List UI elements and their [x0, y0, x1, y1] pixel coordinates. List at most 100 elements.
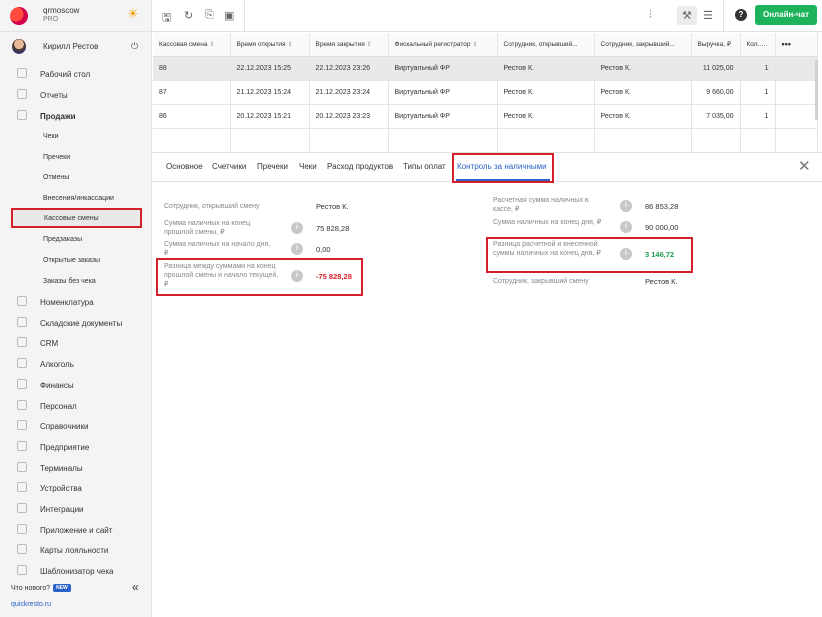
tab-cash-control[interactable]: Контроль за наличными — [457, 162, 547, 171]
sidebar-subitem-open-orders[interactable]: Открытые заказы — [0, 250, 152, 270]
refresh-icon[interactable]: ↻ — [184, 9, 193, 22]
table-row-empty — [153, 128, 818, 153]
sidebar-item-warehouse[interactable]: Складские документы — [0, 313, 152, 333]
power-icon[interactable]: ⏻ — [131, 41, 138, 52]
copy-icon[interactable]: ⎘ — [205, 9, 214, 22]
print-icon[interactable]: ▣ — [224, 9, 234, 22]
table-row[interactable]: 88 22.12.2023 15:25 22.12.2023 23:26 Вир… — [153, 56, 818, 81]
sidebar-item-label: Карты лояльности — [40, 546, 109, 555]
receipt-template-icon — [17, 565, 27, 575]
reference-icon — [17, 420, 27, 430]
sidebar-subitem-deposits[interactable]: Внесения/инкассации — [0, 188, 152, 208]
brand-logo — [10, 7, 28, 25]
help-icon[interactable]: ? — [735, 9, 747, 21]
column-header[interactable]: Сотрудник, открывший... — [497, 33, 595, 57]
info-icon[interactable]: i — [291, 270, 303, 282]
app-site-icon — [17, 524, 27, 534]
field-label: Сумма наличных на конец прошлой смены, ₽ — [164, 220, 251, 236]
devices-icon — [17, 482, 27, 492]
sidebar-item-finance[interactable]: Финансы — [0, 375, 152, 395]
column-menu-icon[interactable]: ••• — [775, 33, 818, 57]
info-icon[interactable]: i — [291, 222, 303, 234]
column-header[interactable]: Кол... ⇕ — [740, 33, 776, 57]
loyalty-icon — [17, 544, 27, 554]
site-link[interactable]: quickresto.ru — [11, 601, 51, 608]
brand-name: qrmoscow — [43, 6, 80, 15]
sidebar-subitem-checks[interactable]: Чеки — [0, 126, 152, 146]
crm-icon — [17, 337, 27, 347]
info-icon[interactable]: i — [620, 200, 632, 212]
table-cell: Рестов К. — [497, 80, 595, 105]
sidebar-item-label: Рабочий стол — [40, 70, 91, 79]
table-cell: 22.12.2023 23:26 — [309, 56, 389, 81]
sidebar-item-label: Шаблонизатор чека — [40, 567, 114, 576]
table-cell — [775, 104, 818, 129]
sidebar-subitem-cancellations[interactable]: Отмены — [0, 167, 152, 187]
tab-prechecks[interactable]: Пречеки — [257, 162, 288, 171]
table-row[interactable]: 87 21.12.2023 15:24 21.12.2023 23:24 Вир… — [153, 80, 818, 105]
dashboard-icon — [17, 68, 27, 78]
sidebar-item-integrations[interactable]: Интеграции — [0, 499, 152, 519]
table-cell: Виртуальный ФР — [388, 56, 498, 81]
field-label: Расчетная сумма наличных в кассе, ₽ — [493, 197, 589, 213]
info-icon[interactable]: i — [620, 248, 632, 260]
table-header-row: Кассовая смена ⇕ Время открытия ⇕ Время за… — [153, 33, 818, 57]
brand-plan: PRO — [43, 16, 59, 23]
filter-settings-icon[interactable]: ⫶ — [649, 9, 652, 22]
sidebar-subitem-orders-no-check[interactable]: Заказы без чека — [0, 271, 152, 291]
tab-main[interactable]: Основное — [166, 162, 203, 171]
brand-header[interactable]: qrmoscow PRO ☀ — [0, 0, 152, 32]
table-cell: 88 — [153, 56, 231, 81]
info-icon[interactable]: i — [291, 243, 303, 255]
sidebar-item-nomenclature[interactable]: Номенклатура — [0, 292, 152, 312]
sidebar-item-crm[interactable]: CRM — [0, 333, 152, 353]
sidebar-item-staff[interactable]: Персонал — [0, 396, 152, 416]
warehouse-icon — [17, 317, 27, 327]
field-value: Рестов К. — [645, 277, 678, 286]
info-icon[interactable]: i — [620, 221, 632, 233]
column-header-label: Время открытия — [236, 40, 286, 48]
close-icon[interactable]: ✕ — [798, 157, 811, 175]
staff-icon — [17, 400, 27, 410]
column-header[interactable]: Кассовая смена ⇕ — [153, 33, 231, 57]
sun-icon[interactable]: ☀ — [127, 6, 139, 22]
toolbar-divider — [244, 0, 245, 31]
table-cell: 7 035,00 — [691, 104, 741, 129]
sidebar-item-receipt-template[interactable]: Шаблонизатор чека — [0, 561, 152, 581]
table-scrollbar[interactable] — [815, 60, 818, 120]
user-profile[interactable]: Кирилл Рестов ⏻ — [0, 36, 152, 58]
sidebar-subitem-cash-shifts[interactable]: Кассовые смены — [11, 208, 142, 228]
tab-checks[interactable]: Чеки — [299, 162, 317, 171]
sidebar-item-loyalty[interactable]: Карты лояльности — [0, 540, 152, 560]
column-header[interactable]: Фискальный регистратор ⇕ — [388, 33, 498, 57]
column-header[interactable]: Выручка, ₽ — [691, 33, 741, 57]
sidebar-item-terminals[interactable]: Терминалы — [0, 458, 152, 478]
column-header[interactable]: Сотрудник, закрывший... — [594, 33, 692, 57]
list-view-icon[interactable]: ☰ — [703, 9, 713, 22]
table-cell — [775, 56, 818, 81]
tools-icon[interactable]: ⚒ — [682, 9, 692, 22]
table-row[interactable]: 86 20.12.2023 15:21 20.12.2023 23:23 Вир… — [153, 104, 818, 129]
tab-counters[interactable]: Счетчики — [212, 162, 246, 171]
sidebar-item-enterprise[interactable]: Предприятие — [0, 437, 152, 457]
table-cell: 1 — [740, 104, 776, 129]
sidebar-item-devices[interactable]: Устройства — [0, 478, 152, 498]
whats-new-link[interactable]: Что нового? NEW — [11, 584, 71, 592]
sidebar-item-dashboard[interactable]: Рабочий стол — [0, 64, 152, 84]
collapse-sidebar-icon[interactable]: « — [132, 580, 139, 594]
sidebar-item-reports[interactable]: Отчеты — [0, 85, 152, 105]
table-cell: 1 — [740, 80, 776, 105]
column-header[interactable]: Время закрытия ⇕ — [309, 33, 389, 57]
sidebar-subitem-preorders[interactable]: Предзаказы — [0, 229, 152, 249]
tab-payment-types[interactable]: Типы оплат — [403, 162, 446, 171]
sidebar-item-alcohol[interactable]: Алкоголь — [0, 354, 152, 374]
tab-product-usage[interactable]: Расход продуктов — [327, 162, 393, 171]
sidebar-subitem-prechecks[interactable]: Пречеки — [0, 147, 152, 167]
sidebar-item-app-site[interactable]: Приложение и сайт — [0, 520, 152, 540]
sidebar-item-sales[interactable]: Продажи — [0, 106, 152, 126]
sidebar-item-reference[interactable]: Справочники — [0, 416, 152, 436]
sidebar-subitem-label: Предзаказы — [43, 236, 83, 243]
online-chat-button[interactable]: Онлайн-чат — [755, 5, 817, 25]
column-header[interactable]: Время открытия ⇕ — [230, 33, 310, 57]
save-icon[interactable]: 🖫 — [162, 9, 171, 28]
